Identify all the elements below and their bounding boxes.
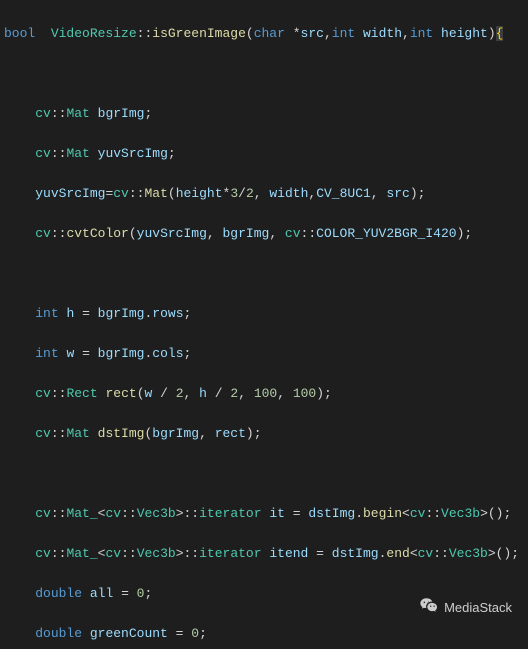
function-name: isGreenImage (152, 26, 246, 41)
watermark: MediaStack (398, 577, 512, 639)
watermark-text: MediaStack (444, 598, 512, 618)
code-line (4, 64, 528, 84)
code-line: int h = bgrImg.rows; (4, 304, 528, 324)
code-line: int w = bgrImg.cols; (4, 344, 528, 364)
code-line: cv::Mat bgrImg; (4, 104, 528, 124)
code-line: cv::Rect rect(w / 2, h / 2, 100, 100); (4, 384, 528, 404)
code-line: yuvSrcImg=cv::Mat(height*3/2, width,CV_8… (4, 184, 528, 204)
code-line: cv::Mat dstImg(bgrImg, rect); (4, 424, 528, 444)
class-name: VideoResize (51, 26, 137, 41)
code-line: bool VideoResize::isGreenImage(char *src… (4, 24, 528, 44)
wechat-icon (398, 577, 438, 639)
code-line: cv::Mat_<cv::Vec3b>::iterator it = dstIm… (4, 504, 528, 524)
code-editor[interactable]: bool VideoResize::isGreenImage(char *src… (0, 0, 528, 649)
code-line (4, 264, 528, 284)
code-line: cv::Mat_<cv::Vec3b>::iterator itend = ds… (4, 544, 528, 564)
code-line: cv::cvtColor(yuvSrcImg, bgrImg, cv::COLO… (4, 224, 528, 244)
code-line: cv::Mat yuvSrcImg; (4, 144, 528, 164)
keyword-bool: bool (4, 26, 35, 41)
code-line (4, 464, 528, 484)
